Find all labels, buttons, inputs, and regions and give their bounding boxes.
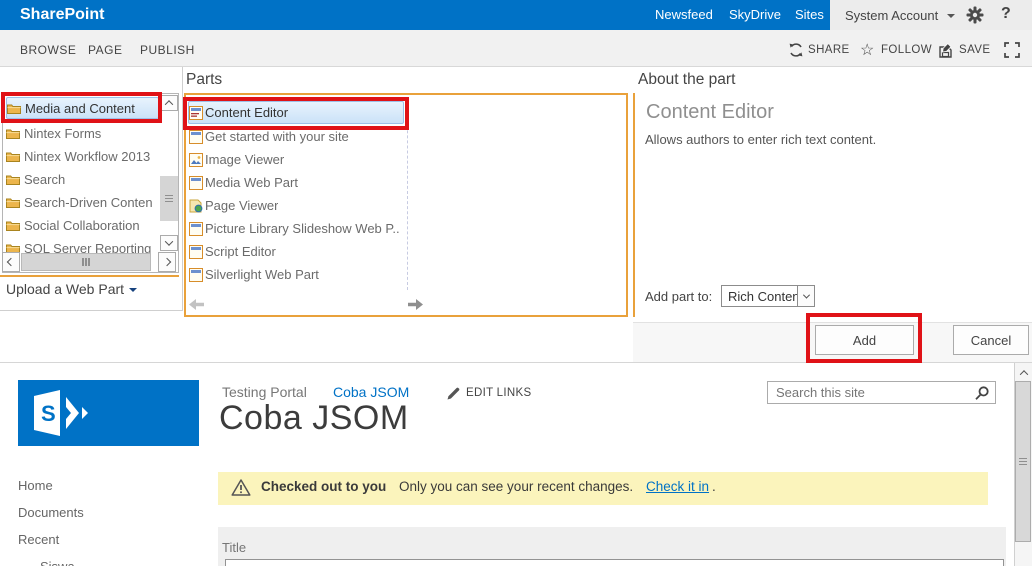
account-caret-icon[interactable] bbox=[947, 14, 955, 18]
ribbon-tab-page[interactable]: PAGE bbox=[88, 43, 122, 57]
web-part-icon bbox=[189, 268, 203, 282]
categories-scroll-up-button[interactable] bbox=[160, 95, 178, 111]
page-scroll-thumb[interactable] bbox=[1015, 381, 1031, 542]
folder-icon bbox=[6, 151, 20, 162]
sidebar-item-home[interactable]: Home bbox=[18, 478, 53, 493]
search-input[interactable] bbox=[768, 382, 972, 403]
status-title: Checked out to you bbox=[261, 479, 386, 494]
add-button[interactable]: Add bbox=[815, 325, 914, 355]
folder-icon bbox=[6, 197, 20, 208]
search-icon[interactable] bbox=[974, 385, 990, 406]
page-viewer-icon bbox=[189, 199, 203, 213]
categories-scroll-right-button[interactable] bbox=[158, 252, 176, 272]
share-button[interactable]: SHARE bbox=[808, 44, 850, 56]
categories-vscroll-thumb[interactable] bbox=[160, 176, 178, 221]
parts-page-left-arrow[interactable] bbox=[189, 297, 204, 315]
categories-divider bbox=[0, 275, 179, 277]
add-part-to-dropdown[interactable]: Rich Content bbox=[721, 285, 815, 307]
edit-links-pencil-icon[interactable] bbox=[447, 387, 460, 405]
about-part-name: Content Editor bbox=[646, 101, 774, 124]
suite-link-skydrive[interactable]: SkyDrive bbox=[729, 7, 781, 22]
edit-links-button[interactable]: EDIT LINKS bbox=[466, 387, 531, 399]
sidebar-item-siswa[interactable]: Siswa bbox=[40, 559, 75, 566]
web-part-icon bbox=[189, 130, 203, 144]
help-button[interactable]: ? bbox=[1001, 5, 1011, 23]
page-scroll-up-button[interactable] bbox=[1016, 366, 1031, 380]
suite-link-sites[interactable]: Sites bbox=[795, 7, 824, 22]
breadcrumb-site-link[interactable]: Coba JSOM bbox=[333, 384, 409, 400]
status-message: Only you can see your recent changes. bbox=[399, 479, 633, 494]
part-item[interactable]: Script Editor bbox=[189, 240, 276, 263]
about-panel-border bbox=[633, 93, 635, 317]
part-item[interactable]: Media Web Part bbox=[189, 171, 298, 194]
web-part-icon bbox=[189, 222, 203, 236]
upload-caret-icon bbox=[129, 288, 137, 292]
category-item[interactable]: Social Collaboration bbox=[6, 214, 159, 236]
status-suffix: . bbox=[712, 479, 716, 494]
suite-link-newsfeed[interactable]: Newsfeed bbox=[655, 7, 713, 22]
ribbon-tab-publish[interactable]: PUBLISH bbox=[140, 43, 195, 57]
site-search-box bbox=[767, 381, 996, 404]
about-heading: About the part bbox=[638, 71, 735, 89]
about-part-description: Allows authors to enter rich text conten… bbox=[645, 132, 876, 147]
part-item[interactable]: Picture Library Slideshow Web P.. bbox=[189, 217, 400, 240]
folder-icon bbox=[7, 103, 21, 114]
title-field-label: Title bbox=[222, 540, 246, 555]
content-editor-icon bbox=[189, 106, 203, 120]
parts-page-right-arrow[interactable] bbox=[408, 297, 423, 315]
web-part-icon bbox=[189, 245, 203, 259]
part-item-content-editor[interactable]: Content Editor bbox=[188, 101, 404, 124]
focus-on-content-icon[interactable] bbox=[1003, 41, 1021, 64]
add-part-to-label: Add part to: bbox=[645, 289, 712, 304]
categories-listbox: Media and Content Nintex Forms Nintex Wo… bbox=[2, 93, 179, 273]
folder-icon bbox=[6, 220, 20, 231]
check-it-in-link[interactable]: Check it in bbox=[646, 479, 709, 494]
sharepoint-brand: SharePoint bbox=[20, 6, 104, 24]
svg-text:S: S bbox=[41, 401, 56, 426]
sharepoint-site-logo[interactable]: S bbox=[18, 380, 199, 446]
folder-icon bbox=[6, 174, 20, 185]
follow-button[interactable]: FOLLOW bbox=[881, 44, 932, 56]
web-part-icon bbox=[189, 176, 203, 190]
title-input[interactable] bbox=[225, 559, 1004, 566]
categories-scroll-down-button[interactable] bbox=[160, 235, 178, 251]
follow-star-icon[interactable]: ☆ bbox=[860, 40, 874, 60]
part-item[interactable]: Image Viewer bbox=[189, 148, 284, 171]
category-item[interactable]: Nintex Workflow 2013 bbox=[6, 145, 159, 167]
part-item[interactable]: Page Viewer bbox=[189, 194, 278, 217]
part-item[interactable]: Silverlight Web Part bbox=[189, 263, 319, 286]
image-viewer-icon bbox=[189, 153, 203, 167]
account-menu[interactable]: System Account bbox=[845, 8, 938, 23]
category-item[interactable]: Search-Driven Content bbox=[6, 191, 159, 213]
folder-icon bbox=[6, 128, 20, 139]
category-item[interactable]: Nintex Forms bbox=[6, 122, 159, 144]
breadcrumb-portal-link[interactable]: Testing Portal bbox=[222, 384, 307, 400]
parts-heading: Parts bbox=[186, 71, 222, 89]
categories-hscroll-thumb[interactable] bbox=[21, 253, 151, 271]
category-item-media-and-content[interactable]: Media and Content bbox=[6, 97, 159, 119]
ribbon-tab-browse[interactable]: BROWSE bbox=[20, 43, 76, 57]
category-item[interactable]: Search bbox=[6, 168, 159, 190]
picker-bottom-border bbox=[0, 362, 1032, 363]
dropdown-chevron-icon[interactable] bbox=[797, 286, 814, 306]
cancel-button[interactable]: Cancel bbox=[953, 325, 1029, 355]
share-icon[interactable] bbox=[788, 42, 804, 63]
sidebar-item-recent[interactable]: Recent bbox=[18, 532, 59, 547]
warning-icon bbox=[231, 478, 251, 502]
page-title: Coba JSOM bbox=[219, 399, 409, 438]
save-icon[interactable] bbox=[938, 43, 954, 64]
parts-column-divider bbox=[407, 100, 408, 290]
upload-web-part-menu[interactable]: Upload a Web Part bbox=[6, 281, 137, 297]
part-item[interactable]: Get started with your site bbox=[189, 125, 349, 148]
save-button[interactable]: SAVE bbox=[959, 44, 990, 56]
sidebar-item-documents[interactable]: Documents bbox=[18, 505, 84, 520]
settings-gear-icon[interactable] bbox=[966, 6, 984, 29]
categories-scroll-left-button[interactable] bbox=[2, 252, 20, 272]
sharepoint-window: SharePoint Newsfeed SkyDrive Sites Syste… bbox=[0, 0, 1032, 566]
